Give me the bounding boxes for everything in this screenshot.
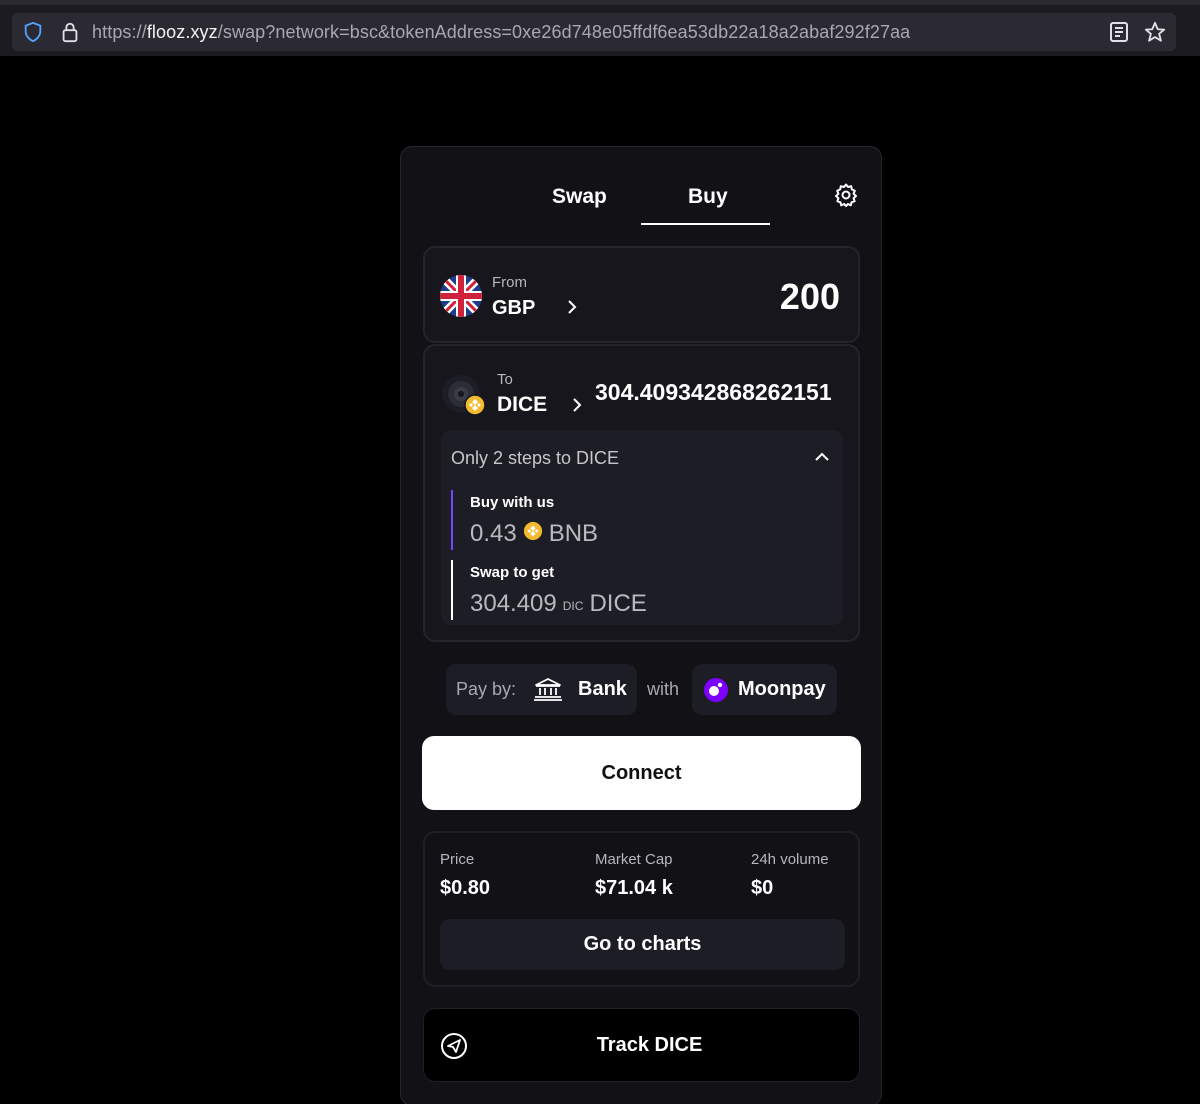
url-host: flooz.xyz bbox=[146, 22, 218, 42]
stat-label: 24h volume bbox=[751, 851, 829, 868]
step-amount: 304.409 bbox=[470, 590, 557, 617]
shield-icon[interactable] bbox=[22, 21, 44, 48]
gear-icon[interactable] bbox=[834, 183, 858, 212]
stat-market-cap: Market Cap $71.04 k bbox=[595, 851, 673, 900]
to-label: To bbox=[497, 371, 513, 388]
provider-label: Moonpay bbox=[738, 678, 826, 700]
stat-label: Price bbox=[440, 851, 475, 868]
bnb-coin-icon bbox=[523, 520, 543, 548]
stat-value: $0 bbox=[751, 877, 774, 899]
bookmark-star-icon[interactable] bbox=[1144, 21, 1166, 48]
step-value: 304.409 DIC DICE bbox=[470, 590, 831, 618]
bank-icon bbox=[533, 677, 563, 706]
step-amount: 0.43 bbox=[470, 520, 517, 547]
step-token: BNB bbox=[548, 520, 599, 547]
url-scheme: https:// bbox=[92, 22, 147, 42]
tab-buy[interactable]: Buy bbox=[688, 185, 728, 209]
stat-price: Price $0.80 bbox=[440, 851, 490, 900]
step-label: Buy with us bbox=[470, 494, 555, 511]
with-label: with bbox=[647, 679, 680, 699]
active-tab-indicator bbox=[641, 223, 770, 225]
to-panel: To DICE 304.409342868262151 Only 2 steps… bbox=[423, 344, 860, 642]
reader-view-icon[interactable] bbox=[1108, 21, 1130, 48]
chevron-right-icon[interactable] bbox=[570, 396, 584, 419]
bnb-chain-icon bbox=[464, 394, 486, 421]
connect-button[interactable]: Connect bbox=[422, 736, 861, 810]
address-bar[interactable]: https://flooz.xyz/swap?network=bsc&token… bbox=[12, 13, 1176, 51]
steps-panel: Only 2 steps to DICE Buy with us 0.43 BN… bbox=[441, 430, 843, 625]
chevron-right-icon[interactable] bbox=[565, 298, 579, 321]
stat-label: Market Cap bbox=[595, 851, 673, 868]
stat-value: $0.80 bbox=[440, 877, 491, 899]
to-amount: 304.409342868262151 bbox=[595, 379, 832, 405]
from-currency[interactable]: GBP bbox=[492, 297, 535, 320]
step-swap: Swap to get 304.409 DIC DICE bbox=[451, 560, 831, 620]
steps-title: Only 2 steps to DICE bbox=[451, 448, 620, 468]
pay-method-label: Bank bbox=[578, 678, 627, 700]
track-token-button[interactable]: Track DICE bbox=[423, 1008, 860, 1082]
step-token-icon-text: DIC bbox=[562, 599, 584, 613]
uk-flag-icon bbox=[440, 275, 482, 317]
token-stats-panel: Price $0.80 Market Cap $71.04 k 24h volu… bbox=[423, 831, 860, 987]
url-text[interactable]: https://flooz.xyz/swap?network=bsc&token… bbox=[92, 22, 910, 43]
from-label: From bbox=[492, 274, 527, 291]
pay-by-label: Pay by: bbox=[456, 679, 517, 699]
chevron-up-icon[interactable] bbox=[813, 450, 831, 469]
stat-24h-volume: 24h volume $0 bbox=[751, 851, 829, 900]
track-label: Track DICE bbox=[596, 1034, 703, 1056]
tab-swap[interactable]: Swap bbox=[552, 185, 607, 209]
lock-icon[interactable] bbox=[60, 21, 80, 48]
step-token: DICE bbox=[589, 590, 647, 617]
go-to-charts-button[interactable]: Go to charts bbox=[440, 919, 845, 970]
url-path: /swap?network=bsc&tokenAddress=0xe26d748… bbox=[217, 22, 911, 42]
moonpay-icon bbox=[703, 677, 729, 708]
from-panel: From GBP 200 bbox=[423, 246, 860, 343]
step-label: Swap to get bbox=[470, 564, 555, 581]
from-amount[interactable]: 200 bbox=[780, 276, 840, 318]
to-currency[interactable]: DICE bbox=[497, 393, 547, 417]
provider-selector[interactable]: Moonpay bbox=[692, 664, 837, 715]
step-value: 0.43 BNB bbox=[470, 520, 831, 548]
stat-value: $71.04 k bbox=[595, 877, 673, 899]
pay-method-selector[interactable]: Pay by: Bank bbox=[446, 664, 637, 715]
browser-toolbar: https://flooz.xyz/swap?network=bsc&token… bbox=[0, 0, 1200, 56]
swap-widget: Swap Buy From GBP 200 To DICE 304.409342… bbox=[400, 146, 882, 1104]
step-buy: Buy with us 0.43 BNB bbox=[451, 490, 831, 550]
